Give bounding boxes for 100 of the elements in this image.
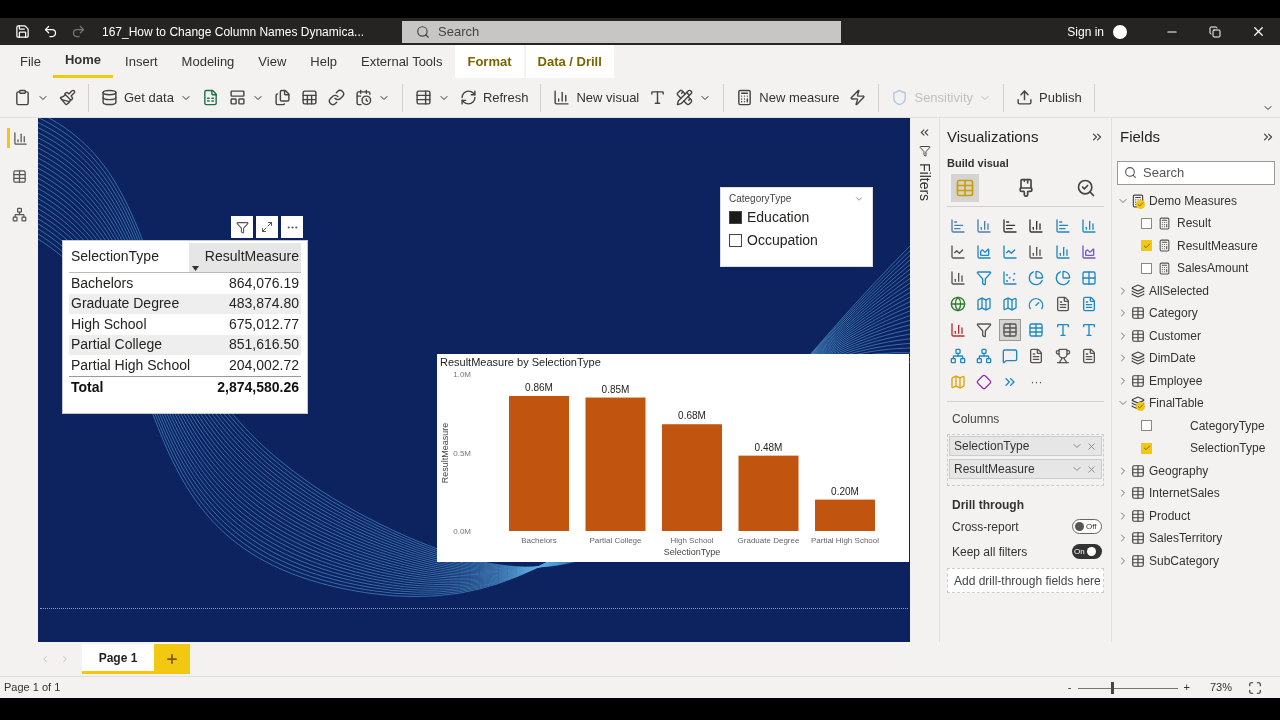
drop-zone: Add drill-through fields here [947, 568, 1104, 593]
field-table-name[interactable]: Demo Measures [1149, 191, 1238, 210]
field-table-name[interactable]: DimDate [1149, 349, 1196, 368]
column-chart-icon [1080, 218, 1097, 234]
filter-icon [235, 220, 249, 234]
ribbon-tab[interactable]: Modeling [169, 45, 247, 78]
line-chart-icon [950, 244, 966, 260]
clock-icon [354, 89, 372, 106]
filters-pane[interactable]: Filters [910, 118, 940, 642]
ribbon-icon-button[interactable] [59, 89, 76, 106]
data-label: 0.85M [601, 383, 630, 395]
shape-map-icon [950, 374, 966, 390]
remove-icon[interactable] [1086, 463, 1097, 475]
remove-icon[interactable] [1086, 440, 1097, 452]
filter-button[interactable] [231, 216, 253, 238]
sign-in-link[interactable]: Sign in [1067, 22, 1104, 41]
ribbon-icon-button[interactable] [201, 89, 219, 106]
fields-tab[interactable] [951, 174, 979, 202]
field-name[interactable]: SalesAmount [1177, 259, 1249, 278]
toggle-switch[interactable]: Off [1072, 519, 1102, 534]
ribbon-tab[interactable]: Help [298, 45, 350, 78]
column-header[interactable]: ResultMeasure [189, 243, 301, 272]
checkbox[interactable] [729, 234, 742, 247]
field-pill[interactable]: SelectionType [949, 436, 1102, 456]
ribbon-icon-button[interactable] [228, 89, 264, 106]
toggle-label: Cross-report [952, 518, 1019, 536]
field-table-name[interactable]: InternetSales [1149, 484, 1220, 503]
fit-to-page-icon[interactable] [1248, 680, 1262, 695]
field-table-name[interactable]: Geography [1149, 461, 1209, 480]
zoom-slider[interactable] [1077, 681, 1178, 694]
page-tab[interactable]: Page 1 [82, 644, 154, 674]
add-page-button[interactable] [154, 644, 190, 674]
search-field[interactable]: Search [1117, 160, 1275, 185]
speech-bubble-icon [1002, 348, 1019, 364]
ribbon-icon-button[interactable] [849, 89, 867, 106]
table-cell-text: Bachelors [70, 273, 135, 293]
checkbox[interactable] [1141, 262, 1152, 274]
shield-icon [891, 89, 909, 106]
undo-icon[interactable] [43, 24, 58, 39]
map-icon [1002, 296, 1019, 312]
ribbon-tab[interactable]: Data / Drill [525, 45, 614, 78]
close-icon[interactable] [1251, 24, 1266, 39]
field-table-name[interactable]: SubCategory [1149, 551, 1220, 570]
ribbon-tab[interactable]: External Tools [349, 45, 455, 78]
ribbon-button[interactable]: New measure [736, 87, 840, 108]
ribbon-icon-button[interactable] [327, 89, 345, 106]
table-icon [11, 168, 27, 184]
combo-chart-icon [1054, 244, 1071, 260]
section-label: Drill through [952, 497, 1025, 514]
ribbon-icon-button[interactable] [649, 89, 667, 106]
search-field[interactable]: Search [402, 20, 841, 43]
calculator-icon [736, 89, 754, 106]
ribbon-icon-button[interactable] [300, 89, 318, 106]
ribbon-icon-button[interactable] [273, 89, 291, 106]
checkbox[interactable] [729, 211, 742, 224]
upload-icon [1016, 89, 1033, 106]
ribbon-button[interactable]: Refresh [459, 87, 529, 108]
field-name[interactable]: Result [1177, 214, 1211, 233]
checkbox[interactable] [1141, 217, 1152, 229]
focus-mode-button[interactable] [256, 216, 278, 238]
field-table-name[interactable]: AllSelected [1149, 281, 1210, 300]
visual-type-button[interactable] [999, 319, 1022, 341]
restore-icon[interactable] [1209, 25, 1221, 38]
panel-icon [228, 89, 246, 106]
ribbon-icon-button[interactable] [676, 89, 712, 106]
field-table-name[interactable]: Employee [1149, 371, 1203, 390]
slider-thumb[interactable] [1111, 681, 1115, 694]
ribbon-tab[interactable]: View [246, 45, 299, 78]
ribbon-button[interactable]: New visual [553, 87, 640, 108]
ribbon-tab[interactable]: Format [455, 45, 524, 78]
field-table-name[interactable]: Product [1149, 506, 1191, 525]
bar-chart-icon [950, 218, 966, 234]
field-pill[interactable]: ResultMeasure [949, 459, 1102, 479]
field-table-name[interactable]: SalesTerritory [1149, 529, 1223, 548]
zoom-out-button[interactable]: - [1067, 679, 1072, 696]
field-name[interactable]: SelectionType [1190, 439, 1266, 458]
more-visuals-button[interactable]: ··· [1025, 371, 1048, 393]
field-table-name[interactable]: Customer [1149, 326, 1201, 345]
redo-icon[interactable] [71, 24, 86, 39]
field-table-name[interactable]: FinalTable [1149, 394, 1204, 413]
ribbon-icon-button[interactable] [14, 89, 49, 106]
field-table-name[interactable]: Category [1149, 304, 1198, 323]
axis-tick-label: 1.0M [453, 370, 471, 379]
expand-icon[interactable] [918, 126, 931, 139]
avatar [1113, 24, 1127, 39]
ribbon-icon-button[interactable] [354, 89, 390, 106]
toggle-switch[interactable]: On [1072, 544, 1102, 559]
zoom-in-button[interactable]: + [1183, 679, 1190, 696]
field-name[interactable]: CategoryType [1190, 416, 1265, 435]
ribbon-tab[interactable]: File [8, 45, 53, 78]
page-count: Page 1 of 1 [4, 680, 61, 696]
ribbon-button[interactable]: Publish [1016, 87, 1082, 108]
field-name[interactable]: ResultMeasure [1177, 236, 1258, 255]
save-icon[interactable] [15, 24, 30, 39]
ribbon-tab[interactable]: Insert [113, 45, 170, 78]
column-header[interactable]: SelectionType [69, 243, 189, 272]
ribbon-button[interactable]: Get data [101, 87, 192, 108]
checkbox[interactable] [1141, 420, 1152, 432]
combo-chart-icon [1028, 244, 1045, 260]
ribbon-icon-button[interactable] [414, 89, 450, 106]
